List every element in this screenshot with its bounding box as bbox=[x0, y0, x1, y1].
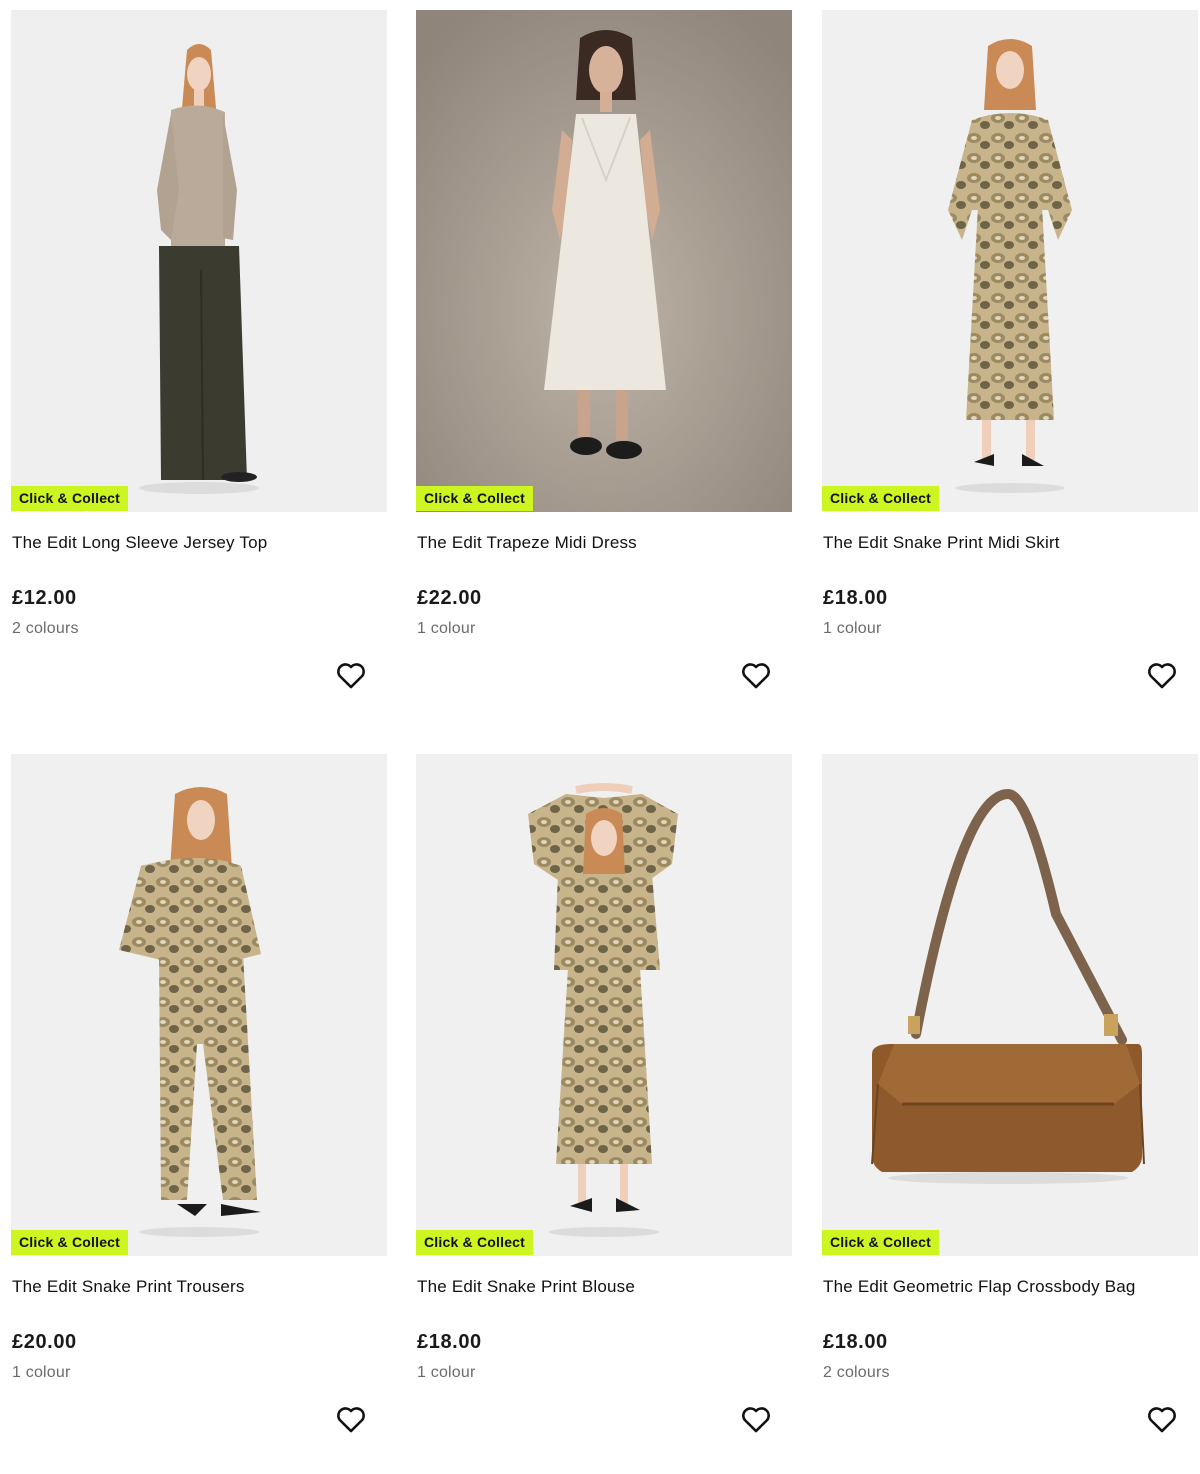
heart-outline-icon bbox=[742, 663, 770, 689]
wishlist-button[interactable] bbox=[739, 658, 773, 692]
product-grid: Click & Collect The Edit Long Sleeve Jer… bbox=[0, 0, 1200, 1438]
model-photo-snake-trousers bbox=[119, 787, 261, 1237]
product-colours: 1 colour bbox=[823, 620, 882, 637]
product-card: Click & Collect The Edit Snake Print Tro… bbox=[11, 754, 387, 1474]
click-collect-badge: Click & Collect bbox=[11, 486, 129, 511]
product-colours: 2 colours bbox=[823, 1364, 890, 1381]
heart-outline-icon bbox=[1148, 663, 1176, 689]
heart-outline-icon bbox=[337, 663, 365, 689]
model-photo-midi-dress bbox=[416, 10, 792, 512]
product-photo-crossbody-bag bbox=[871, 788, 1145, 1184]
product-title[interactable]: The Edit Trapeze Midi Dress bbox=[417, 533, 637, 553]
product-price: £22.00 bbox=[417, 587, 482, 609]
wishlist-button[interactable] bbox=[334, 658, 368, 692]
model-photo-snake-skirt bbox=[948, 39, 1072, 493]
product-price: £12.00 bbox=[12, 587, 77, 609]
product-title[interactable]: The Edit Snake Print Blouse bbox=[417, 1277, 635, 1297]
click-collect-badge: Click & Collect bbox=[822, 1230, 940, 1255]
wishlist-button[interactable] bbox=[739, 1402, 773, 1436]
product-image[interactable]: Click & Collect bbox=[416, 10, 792, 512]
product-image[interactable]: Click & Collect bbox=[11, 10, 387, 512]
product-colours: 1 colour bbox=[417, 1364, 476, 1381]
heart-outline-icon bbox=[337, 1407, 365, 1433]
product-card: Click & Collect The Edit Snake Print Mid… bbox=[822, 10, 1198, 730]
product-title[interactable]: The Edit Long Sleeve Jersey Top bbox=[12, 533, 267, 553]
wishlist-button[interactable] bbox=[1145, 658, 1179, 692]
heart-outline-icon bbox=[1148, 1407, 1176, 1433]
model-photo-snake-blouse bbox=[528, 783, 678, 1237]
product-card: Click & Collect The Edit Geometric Flap … bbox=[822, 754, 1198, 1474]
product-price: £18.00 bbox=[823, 587, 888, 609]
product-card: Click & Collect The Edit Snake Print Blo… bbox=[416, 754, 792, 1474]
product-image[interactable]: Click & Collect bbox=[416, 754, 792, 1256]
click-collect-badge: Click & Collect bbox=[416, 486, 534, 511]
click-collect-badge: Click & Collect bbox=[416, 1230, 534, 1255]
product-colours: 1 colour bbox=[417, 620, 476, 637]
click-collect-badge: Click & Collect bbox=[822, 486, 940, 511]
product-price: £18.00 bbox=[417, 1331, 482, 1353]
product-image[interactable]: Click & Collect bbox=[822, 754, 1198, 1256]
product-colours: 1 colour bbox=[12, 1364, 71, 1381]
product-colours: 2 colours bbox=[12, 620, 79, 637]
product-image[interactable]: Click & Collect bbox=[11, 754, 387, 1256]
product-title[interactable]: The Edit Snake Print Trousers bbox=[12, 1277, 245, 1297]
heart-outline-icon bbox=[742, 1407, 770, 1433]
wishlist-button[interactable] bbox=[1145, 1402, 1179, 1436]
product-title[interactable]: The Edit Geometric Flap Crossbody Bag bbox=[823, 1277, 1136, 1297]
model-photo-jersey-top bbox=[139, 44, 259, 494]
click-collect-badge: Click & Collect bbox=[11, 1230, 129, 1255]
wishlist-button[interactable] bbox=[334, 1402, 368, 1436]
product-card: Click & Collect The Edit Trapeze Midi Dr… bbox=[416, 10, 792, 730]
product-title[interactable]: The Edit Snake Print Midi Skirt bbox=[823, 533, 1060, 553]
product-card: Click & Collect The Edit Long Sleeve Jer… bbox=[11, 10, 387, 730]
product-price: £20.00 bbox=[12, 1331, 77, 1353]
product-price: £18.00 bbox=[823, 1331, 888, 1353]
product-image[interactable]: Click & Collect bbox=[822, 10, 1198, 512]
